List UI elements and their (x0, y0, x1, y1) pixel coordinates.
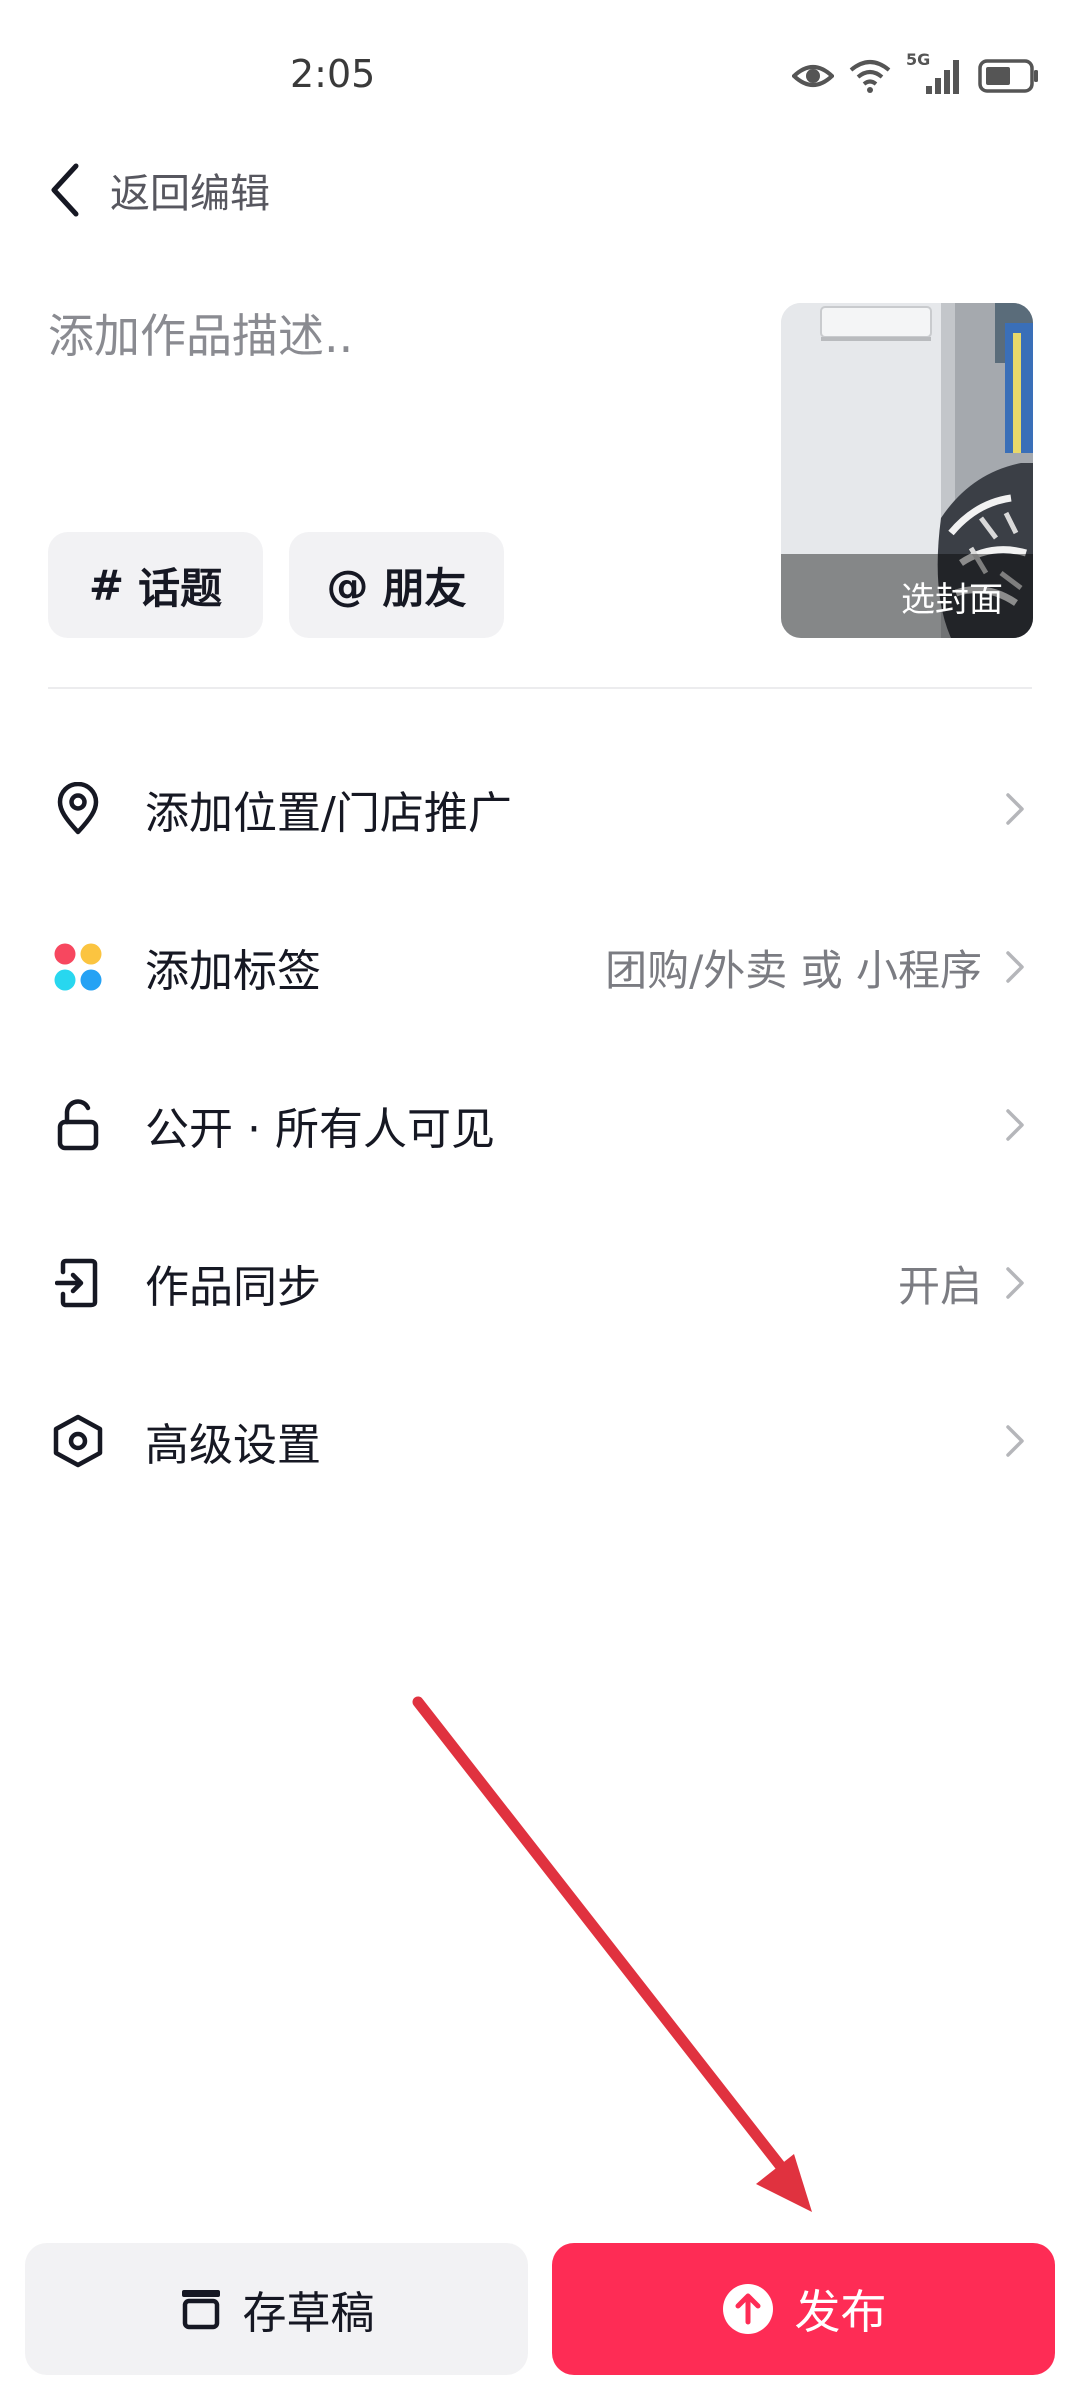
wifi-icon (849, 60, 891, 93)
chevron-right-icon (1006, 1267, 1024, 1299)
back-label: 返回编辑 (110, 171, 270, 217)
location-row[interactable]: 添加位置/门店推广 (0, 730, 1080, 888)
publish-label: 发布 (794, 2285, 887, 2339)
chip-row: # 话题 @ 朋友 (48, 532, 504, 638)
divider (48, 687, 1032, 689)
at-icon: @ (326, 560, 369, 610)
draft-box-icon (179, 2287, 223, 2331)
cover-selector[interactable]: 选封面 (781, 303, 1033, 638)
mention-chip-label: 朋友 (382, 563, 467, 613)
visibility-row-label: 公开 · 所有人可见 (145, 1104, 495, 1155)
topic-chip[interactable]: # 话题 (48, 532, 263, 638)
sync-row-label: 作品同步 (145, 1262, 321, 1313)
advanced-settings-row[interactable]: 高级设置 (0, 1362, 1080, 1520)
description-input[interactable]: 添加作品描述.. (48, 300, 748, 366)
location-pin-icon (48, 779, 108, 839)
hexagon-settings-icon (48, 1411, 108, 1471)
topic-chip-label: 话题 (138, 563, 223, 613)
back-button[interactable]: 返回编辑 (48, 150, 270, 230)
back-arrow-icon (51, 163, 79, 217)
tag-row-value: 团购/外卖 或 小程序 (605, 945, 982, 995)
hashtag-icon: # (88, 560, 125, 610)
publish-screen: 2:05 5G 返回编辑 添加作品描述.. # 话题 @ 朋友 选封面 添加位置… (0, 0, 1080, 2400)
mention-chip[interactable]: @ 朋友 (289, 532, 504, 638)
advanced-settings-row-label: 高级设置 (145, 1420, 321, 1471)
sync-row-value: 开启 (897, 1261, 982, 1311)
status-time: 2:05 (290, 52, 376, 96)
battery-icon (978, 59, 1038, 93)
sync-row[interactable]: 作品同步 开启 (0, 1204, 1080, 1362)
settings-list: 添加位置/门店推广 添加标签 团购/外卖 或 小程序 公开 · 所有人可见 作品… (0, 730, 1080, 1520)
visibility-row[interactable]: 公开 · 所有人可见 (0, 1046, 1080, 1204)
sync-icon (48, 1253, 108, 1313)
chevron-right-icon (1006, 951, 1024, 983)
chevron-right-icon (1006, 1109, 1024, 1141)
tag-row[interactable]: 添加标签 团购/外卖 或 小程序 (0, 888, 1080, 1046)
save-draft-label: 存草稿 (242, 2288, 375, 2339)
tag-row-label: 添加标签 (145, 946, 321, 997)
cellular-signal-icon: 5G (906, 50, 964, 96)
save-draft-button[interactable]: 存草稿 (25, 2243, 528, 2375)
select-cover-label: 选封面 (781, 554, 1033, 638)
chevron-right-icon (1006, 793, 1024, 825)
chevron-right-icon (1006, 1425, 1024, 1457)
location-row-label: 添加位置/门店推广 (145, 788, 512, 839)
eye-icon (792, 65, 834, 87)
colored-dots-icon (48, 937, 108, 997)
publish-button[interactable]: 发布 (552, 2243, 1055, 2375)
unlock-icon (48, 1095, 108, 1155)
status-icons: 5G (792, 50, 1040, 96)
upload-arrow-icon (721, 2282, 775, 2336)
